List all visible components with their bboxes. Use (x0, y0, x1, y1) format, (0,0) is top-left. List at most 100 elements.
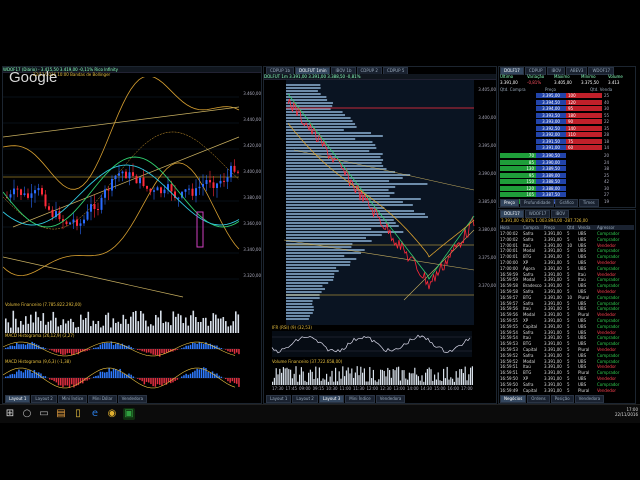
book-row-bid[interactable]: 130 3.389,50 38 (500, 166, 634, 171)
volume-profile-bar (286, 162, 382, 164)
trade-cell: 17:00:02 (500, 236, 518, 242)
volume-bar (306, 381, 308, 385)
book-row-ask[interactable]: 3.391,00 60 14 (500, 145, 634, 150)
trades-column-label: Venda (578, 225, 591, 230)
trade-cell: UBS (578, 259, 587, 265)
book-row-ask[interactable]: 3.392,50 140 35 (500, 125, 634, 131)
volume-bar (165, 321, 167, 333)
chrome-icon[interactable]: ◉ (106, 408, 118, 420)
book-row-ask[interactable]: 3.394,00 95 30 (500, 106, 634, 111)
mid-tab[interactable]: Layout 2 (292, 395, 318, 403)
candle-body (219, 180, 222, 184)
candle-body (121, 171, 124, 174)
book-qty: 120 (500, 185, 536, 191)
book-row-ask[interactable]: 3.395,00 100 25 (500, 93, 634, 98)
book-row-bid[interactable]: 105 3.387,50 27 (500, 192, 634, 197)
trade-row[interactable]: 16:59:49 Capital 3.391,00 5 Plural Vendedor (500, 388, 634, 393)
trade-cell: 16:59:51 (500, 364, 518, 370)
trade-cell: 16:59:51 (500, 370, 518, 376)
volume-bar (324, 379, 326, 385)
book-bottom-tab[interactable]: Gráfico (555, 199, 578, 207)
mid-time-axis: 17:30 17:45 09:00 09:15 10:30 11:00 11:30 12:00… (272, 386, 473, 391)
trade-cell: 3.391,00 (544, 341, 562, 347)
trades-tab[interactable]: IBOV (551, 210, 570, 218)
left-tab[interactable]: Mini Índice (57, 395, 88, 403)
trades-bottom-tab[interactable]: Vendedora (574, 395, 605, 403)
mid-price-chart[interactable] (264, 80, 496, 325)
volume-bar (40, 320, 42, 333)
book-volume: 40 (604, 99, 610, 105)
book-row-ask[interactable]: 3.393,00 90 22 (500, 119, 634, 124)
profit-app-icon[interactable]: ▣ (123, 408, 135, 420)
store-icon[interactable]: ▤ (55, 408, 67, 420)
trades-bottom-tab[interactable]: Ordens (527, 395, 550, 403)
macd-bar (20, 344, 22, 349)
trades-tab[interactable]: WDOF17 (524, 210, 551, 218)
trade-cell: Itaú (523, 364, 531, 370)
trade-cell: 5 (567, 283, 570, 289)
price-label: 3.340,00 (243, 247, 261, 252)
search-icon[interactable]: ○ (21, 408, 33, 420)
book-bottom-tab[interactable]: Preço (500, 199, 520, 207)
volume-profile-bar (286, 168, 387, 170)
left-tab[interactable]: Layout 2 (31, 395, 57, 403)
book-row-ask[interactable]: 3.392,00 110 28 (500, 132, 634, 137)
mid-tab[interactable]: Vendedora (375, 395, 406, 403)
volume-bar (200, 321, 202, 333)
book-bottom-tab[interactable]: Times (578, 199, 599, 207)
volume-bar (117, 321, 120, 333)
left-tab[interactable]: Layout 1 (5, 395, 31, 403)
book-row-bid[interactable]: 120 3.388,00 30 (500, 185, 634, 191)
volume-bar (132, 312, 135, 333)
macd-bar (93, 347, 95, 349)
left-tab[interactable]: Mini Dólar (88, 395, 117, 403)
macd-bar (57, 378, 60, 386)
volume-bar (22, 324, 25, 333)
volume-bar (295, 366, 297, 385)
volume-profile-bar (286, 141, 373, 143)
volume-bar (327, 381, 329, 385)
book-row-ask[interactable]: 3.391,50 75 18 (500, 138, 634, 144)
trades-bottom-tab[interactable]: Negócios (500, 395, 527, 403)
quote-header-label: Mínimo (581, 74, 596, 79)
trades-tab[interactable]: DOLF17 (500, 210, 524, 218)
volume-bar (455, 371, 457, 385)
start-windows-icon[interactable]: ⊞ (4, 408, 16, 420)
trades-bottom-tab[interactable]: Posição (550, 395, 574, 403)
explorer-icon[interactable]: ▯ (72, 408, 84, 420)
mid-tab[interactable]: Layout 3 (318, 395, 345, 403)
volume-bar (309, 369, 311, 385)
book-row-ask[interactable]: 3.394,50 120 40 (500, 99, 634, 105)
candle-body (44, 194, 47, 207)
book-volume: 18 (604, 138, 610, 144)
taskbar-clock[interactable]: 17:00 22/11/2016 (604, 407, 638, 417)
macd-bar (35, 344, 38, 349)
trade-cell: 17:00:00 (500, 265, 518, 271)
book-row-bid[interactable]: 85 3.390,00 24 (500, 159, 634, 165)
trade-cell: Modal (523, 312, 535, 318)
volume-bar (347, 367, 349, 385)
book-row-bid[interactable]: 150 3.388,50 42 (500, 179, 634, 184)
left-macd1-chart (3, 341, 240, 357)
book-bottom-tab[interactable]: Profundidade (520, 199, 555, 207)
left-tab[interactable]: Vendedora (117, 395, 148, 403)
book-row-ask[interactable]: 3.393,50 180 55 (500, 112, 634, 118)
price-label: 3.440,00 (243, 117, 261, 122)
volume-bar (155, 314, 157, 333)
left-price-chart[interactable] (3, 77, 261, 302)
book-qty (500, 145, 536, 150)
book-qty: 130 (500, 166, 536, 171)
volume-profile-bar (286, 147, 377, 149)
time-label: 13:00 (393, 386, 406, 391)
mid-tab[interactable]: Mini Índice (345, 395, 375, 403)
trade-cell: Itaú (578, 277, 586, 283)
volume-bar (335, 367, 337, 385)
book-row-bid[interactable]: 95 3.389,00 25 (500, 172, 634, 178)
mid-tab[interactable]: Layout 1 (266, 395, 292, 403)
edge-icon[interactable]: e (89, 408, 101, 420)
macd-bar (93, 376, 95, 378)
trade-cell: 3.391,00 (544, 236, 562, 242)
volume-profile-bar (286, 219, 394, 221)
task-view-icon[interactable]: ▭ (38, 408, 50, 420)
book-row-bid[interactable]: 70 3.390,50 20 (500, 153, 634, 158)
